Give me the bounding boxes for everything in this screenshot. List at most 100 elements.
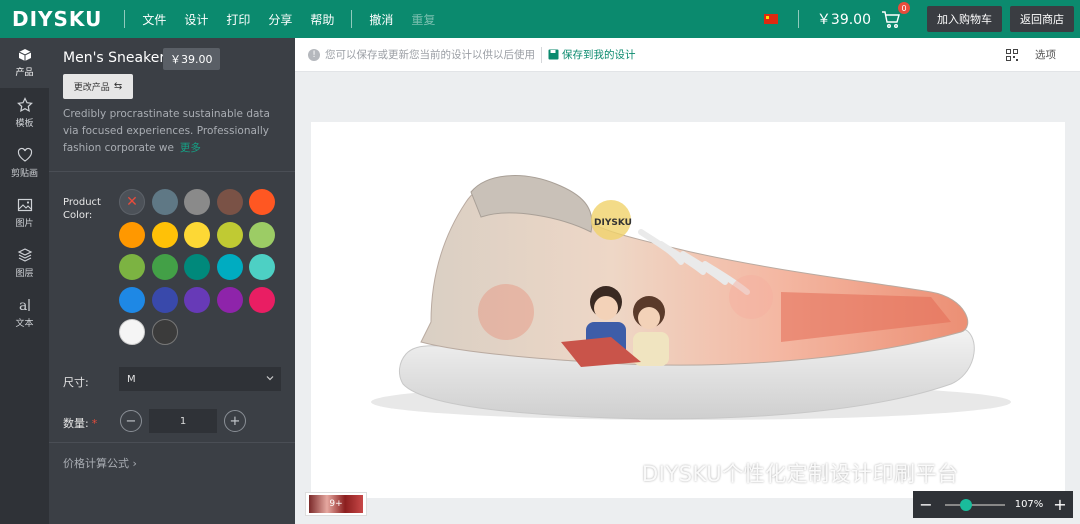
redo-button[interactable]: 重复 <box>411 11 435 28</box>
shoe-logo-text: DIYSKU <box>594 218 632 228</box>
wechat-icon <box>607 462 635 484</box>
top-bar: DIYSKU 文件 设计 打印 分享 帮助 撤消 重复 ￥39.00 0 加入购… <box>0 0 1080 38</box>
watermark: DIYSKU个性化定制设计印刷平台 <box>606 458 959 488</box>
size-label: 尺寸: <box>63 376 89 389</box>
undo-button[interactable]: 撤消 <box>369 11 393 28</box>
info-bar: ! 您可以保存或更新您当前的设计以供以后使用 保存到我的设计 选项 <box>295 38 1080 72</box>
rail-label: 产品 <box>15 68 34 78</box>
divider <box>351 10 353 28</box>
decrease-quantity-button[interactable]: − <box>120 410 142 432</box>
options-button[interactable]: 选项 <box>1035 47 1056 62</box>
rail-label: 文本 <box>15 319 34 329</box>
rail-label: 剪贴画 <box>10 169 38 179</box>
price-formula-label: 价格计算公式 <box>63 457 129 470</box>
color-swatch[interactable] <box>119 254 145 280</box>
zoom-in-button[interactable]: + <box>1047 491 1073 518</box>
product-panel: Men's Sneaker ￥39.00 更改产品 ⇆ Credibly pro… <box>49 38 295 524</box>
cart-icon[interactable]: 0 <box>881 2 910 29</box>
change-product-button[interactable]: 更改产品 ⇆ <box>63 74 133 99</box>
china-flag-icon[interactable] <box>763 14 778 24</box>
color-swatch[interactable] <box>184 254 210 280</box>
design-canvas[interactable]: DIYSKU <box>311 122 1065 498</box>
watermark-text: DIYSKU个性化定制设计印刷平台 <box>642 462 959 486</box>
product-title: Men's Sneaker <box>63 50 166 66</box>
text-icon: a <box>19 298 30 313</box>
save-design-link[interactable]: 保存到我的设计 <box>548 47 636 62</box>
rail-label: 模板 <box>15 119 34 129</box>
color-swatch[interactable] <box>249 286 275 313</box>
menu-design[interactable]: 设计 <box>184 11 208 28</box>
quantity-label: 数量: * <box>63 415 97 431</box>
zoom-slider-handle[interactable] <box>960 498 972 511</box>
color-swatch[interactable] <box>216 286 243 313</box>
color-swatch[interactable] <box>151 221 178 248</box>
cube-icon <box>18 49 31 61</box>
color-swatch[interactable] <box>216 189 243 215</box>
required-marker: * <box>91 417 98 430</box>
svg-text:a: a <box>19 298 27 313</box>
divider <box>49 171 295 172</box>
no-color-swatch[interactable]: ✕ <box>119 189 145 215</box>
color-swatch[interactable] <box>184 189 210 215</box>
color-swatch[interactable] <box>184 286 210 313</box>
divider <box>124 10 126 28</box>
product-price-badge: ￥39.00 <box>163 48 220 70</box>
swap-icon: ⇆ <box>113 81 123 92</box>
product-description: Credibly procrastinate sustainable data … <box>63 106 283 157</box>
rail-label: 图片 <box>15 219 34 229</box>
info-icon: ! <box>308 48 320 61</box>
menu-share[interactable]: 分享 <box>268 11 292 28</box>
increase-quantity-button[interactable]: + <box>224 410 246 432</box>
zoom-out-button[interactable]: − <box>913 491 939 518</box>
rail-item-clipart[interactable]: 剪贴画 <box>0 138 49 188</box>
size-value: M <box>127 373 136 385</box>
rail-item-images[interactable]: 图片 <box>0 188 49 238</box>
quantity-input[interactable]: 1 <box>149 409 217 433</box>
info-message: 您可以保存或更新您当前的设计以供以后使用 <box>325 49 535 61</box>
color-swatch[interactable] <box>249 254 275 280</box>
back-to-store-button[interactable]: 返回商店 <box>1010 6 1074 32</box>
chevron-down-icon <box>266 376 274 381</box>
zoom-slider[interactable] <box>945 498 1005 511</box>
color-swatch[interactable] <box>119 221 145 248</box>
menu-help[interactable]: 帮助 <box>310 11 334 28</box>
menu-print[interactable]: 打印 <box>226 11 250 28</box>
quantity-label-text: 数量: <box>63 417 89 430</box>
zoom-percent: 107% <box>1014 499 1044 510</box>
rail-item-text[interactable]: a 文本 <box>0 288 49 338</box>
menu-file[interactable]: 文件 <box>142 11 166 28</box>
description-text: Credibly procrastinate sustainable data … <box>63 108 270 154</box>
zoom-control: − 107% + <box>913 491 1073 518</box>
color-swatch[interactable] <box>184 221 210 248</box>
rail-item-templates[interactable]: 模板 <box>0 88 49 138</box>
more-link[interactable]: 更多 <box>180 142 201 154</box>
price-formula-link[interactable]: 价格计算公式 › <box>63 455 137 471</box>
color-swatch[interactable] <box>216 254 243 280</box>
color-swatch[interactable] <box>151 189 178 215</box>
color-swatch[interactable] <box>119 286 145 313</box>
rail-item-layers[interactable]: 图层 <box>0 238 49 288</box>
total-price: ￥39.00 <box>816 12 871 28</box>
size-select[interactable]: M <box>119 367 281 391</box>
color-swatch[interactable] <box>216 221 243 248</box>
thumbnail-count: 9+ <box>309 495 363 513</box>
layer-thumbnail[interactable]: 9+ <box>305 492 367 516</box>
color-swatch[interactable] <box>151 254 178 280</box>
color-swatch[interactable] <box>119 319 145 345</box>
color-swatch[interactable] <box>151 319 178 345</box>
add-to-cart-button[interactable]: 加入购物车 <box>927 6 1002 32</box>
save-icon <box>548 49 559 60</box>
top-right-actions: ￥39.00 0 加入购物车 返回商店 <box>763 0 1074 38</box>
change-product-label: 更改产品 <box>73 83 110 93</box>
qr-code-icon[interactable] <box>1006 49 1018 61</box>
cart-count-badge: 0 <box>898 2 910 14</box>
color-swatch[interactable] <box>151 286 178 313</box>
star-icon <box>16 97 33 113</box>
color-swatch[interactable] <box>249 189 275 215</box>
rail-item-product[interactable]: 产品 <box>0 38 49 88</box>
color-swatch[interactable] <box>249 221 275 248</box>
image-icon <box>17 198 32 212</box>
save-design-label: 保存到我的设计 <box>562 49 636 61</box>
sneaker-product-image: DIYSKU <box>371 175 1011 420</box>
logo[interactable]: DIYSKU <box>12 7 102 31</box>
